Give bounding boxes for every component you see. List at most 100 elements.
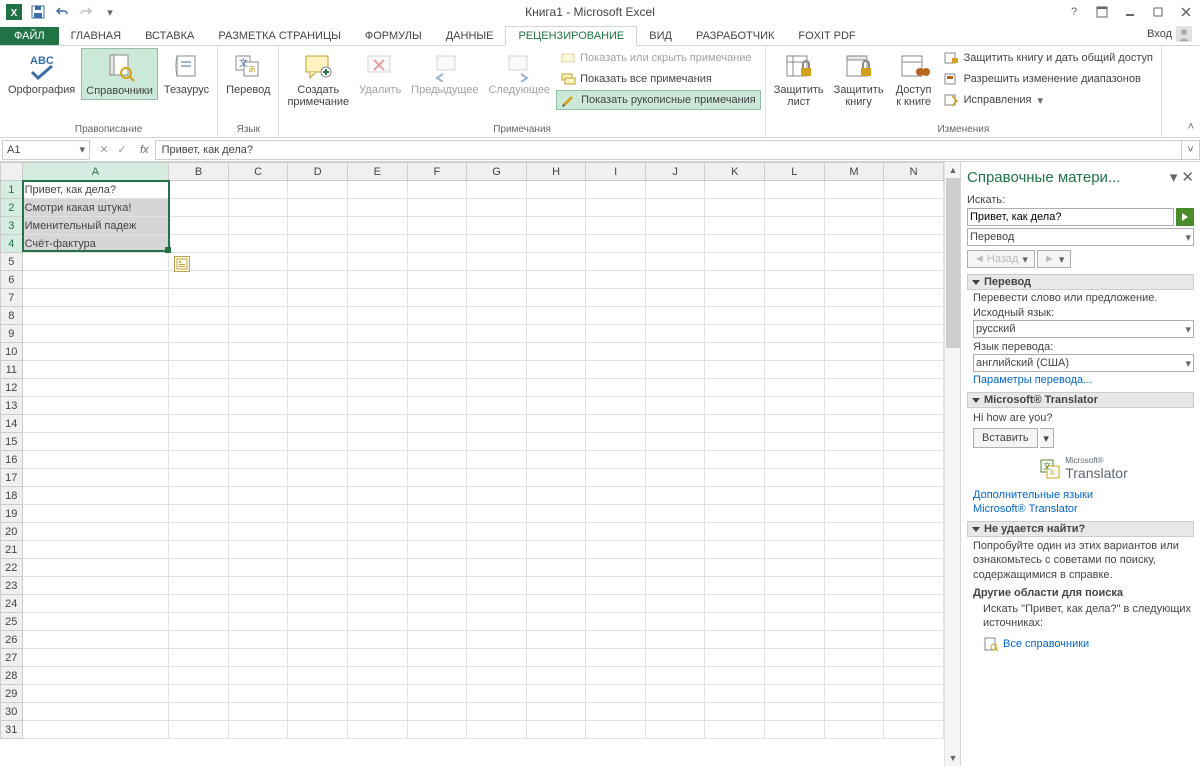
- ribbon-display-icon[interactable]: [1088, 2, 1116, 22]
- taskpane-menu-icon[interactable]: ▾: [1166, 168, 1182, 186]
- row-header[interactable]: 25: [1, 613, 23, 631]
- help-icon[interactable]: ?: [1060, 2, 1088, 22]
- cell[interactable]: [467, 667, 527, 685]
- cell[interactable]: [586, 469, 645, 487]
- cell[interactable]: [824, 415, 884, 433]
- cell[interactable]: [288, 217, 348, 235]
- cell[interactable]: [884, 721, 944, 739]
- new-comment-button[interactable]: Создать примечание: [283, 48, 353, 110]
- cell[interactable]: [765, 271, 825, 289]
- cell[interactable]: [884, 181, 944, 199]
- cell[interactable]: [288, 523, 348, 541]
- delete-comment-button[interactable]: Удалить: [355, 48, 405, 98]
- cell[interactable]: [526, 415, 586, 433]
- cell[interactable]: [228, 721, 288, 739]
- protect-sheet-button[interactable]: Защитить лист: [770, 48, 828, 110]
- cell[interactable]: [407, 289, 467, 307]
- cell[interactable]: [467, 361, 527, 379]
- cell[interactable]: [407, 721, 467, 739]
- cell[interactable]: [526, 631, 586, 649]
- cell[interactable]: [586, 307, 645, 325]
- cell[interactable]: [22, 289, 169, 307]
- cell[interactable]: [645, 433, 705, 451]
- cell[interactable]: [884, 505, 944, 523]
- cell[interactable]: [765, 325, 825, 343]
- cell[interactable]: [407, 307, 467, 325]
- cell[interactable]: [705, 541, 765, 559]
- maximize-icon[interactable]: [1144, 2, 1172, 22]
- cell[interactable]: [765, 433, 825, 451]
- cell[interactable]: [884, 469, 944, 487]
- cell[interactable]: [467, 595, 527, 613]
- cell[interactable]: [467, 523, 527, 541]
- cell[interactable]: [645, 631, 705, 649]
- category-select[interactable]: Перевод ▾: [967, 228, 1194, 246]
- col-header-D[interactable]: D: [288, 163, 348, 181]
- cell[interactable]: [645, 253, 705, 271]
- row-header[interactable]: 28: [1, 667, 23, 685]
- cell[interactable]: Счёт-фактура: [22, 235, 169, 253]
- cell[interactable]: [407, 595, 467, 613]
- col-header-G[interactable]: G: [467, 163, 527, 181]
- row-header[interactable]: 29: [1, 685, 23, 703]
- cell[interactable]: [824, 199, 884, 217]
- fx-icon[interactable]: fx: [134, 144, 155, 156]
- cell[interactable]: [705, 253, 765, 271]
- cell[interactable]: [586, 433, 645, 451]
- show-ink-button[interactable]: Показать рукописные примечания: [556, 90, 761, 110]
- cell[interactable]: [586, 379, 645, 397]
- cell[interactable]: [348, 343, 408, 361]
- cell[interactable]: [526, 721, 586, 739]
- cell[interactable]: [705, 487, 765, 505]
- cell[interactable]: [228, 181, 288, 199]
- cell[interactable]: [526, 649, 586, 667]
- row-header[interactable]: 23: [1, 577, 23, 595]
- cell[interactable]: [288, 325, 348, 343]
- cell[interactable]: [884, 379, 944, 397]
- cell[interactable]: [824, 181, 884, 199]
- cell[interactable]: [348, 577, 408, 595]
- cell[interactable]: [765, 217, 825, 235]
- cell[interactable]: [22, 559, 169, 577]
- cell[interactable]: [348, 559, 408, 577]
- cell[interactable]: [467, 343, 527, 361]
- cell[interactable]: [824, 649, 884, 667]
- cell[interactable]: [407, 613, 467, 631]
- cell[interactable]: [526, 397, 586, 415]
- cell[interactable]: [228, 559, 288, 577]
- name-box-dropdown-icon[interactable]: ▾: [79, 143, 85, 156]
- cell[interactable]: [765, 577, 825, 595]
- cell[interactable]: [586, 217, 645, 235]
- cell[interactable]: [526, 469, 586, 487]
- cell[interactable]: [467, 469, 527, 487]
- cell[interactable]: [348, 289, 408, 307]
- cell[interactable]: [705, 577, 765, 595]
- cell[interactable]: [228, 469, 288, 487]
- cell[interactable]: [169, 685, 229, 703]
- cell[interactable]: [228, 397, 288, 415]
- cell[interactable]: [407, 577, 467, 595]
- cell[interactable]: [169, 613, 229, 631]
- cell[interactable]: [645, 595, 705, 613]
- cell[interactable]: [645, 721, 705, 739]
- cell[interactable]: [824, 451, 884, 469]
- cell[interactable]: [22, 469, 169, 487]
- cell[interactable]: [228, 487, 288, 505]
- cell[interactable]: [824, 217, 884, 235]
- cell[interactable]: [705, 649, 765, 667]
- cell[interactable]: [824, 595, 884, 613]
- col-header-F[interactable]: F: [407, 163, 467, 181]
- col-header-E[interactable]: E: [348, 163, 408, 181]
- row-header[interactable]: 21: [1, 541, 23, 559]
- cell[interactable]: [348, 523, 408, 541]
- cell[interactable]: [228, 703, 288, 721]
- cell[interactable]: [705, 685, 765, 703]
- cell[interactable]: [586, 703, 645, 721]
- scroll-down-icon[interactable]: ▼: [945, 750, 961, 766]
- cell[interactable]: [407, 217, 467, 235]
- cell[interactable]: [884, 289, 944, 307]
- cell[interactable]: [348, 613, 408, 631]
- cell[interactable]: [228, 379, 288, 397]
- sign-in-button[interactable]: Вход: [1139, 23, 1200, 45]
- cell[interactable]: [467, 217, 527, 235]
